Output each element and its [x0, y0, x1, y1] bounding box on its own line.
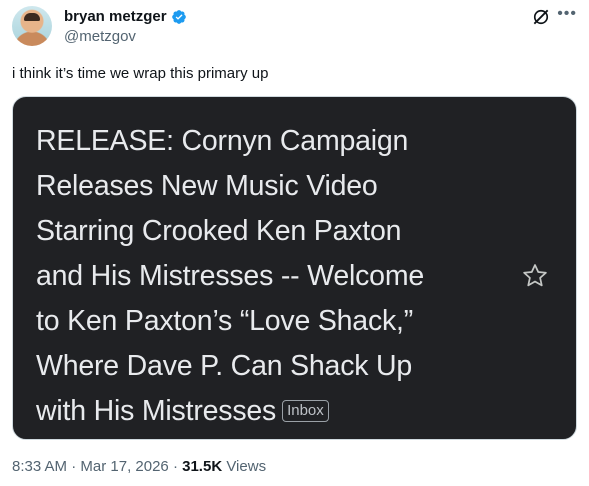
verified-badge-icon — [171, 9, 186, 24]
email-subject: RELEASE: Cornyn Campaign Releases New Mu… — [36, 119, 506, 434]
tweet-time[interactable]: 8:33 AM — [12, 458, 67, 475]
tweet-header: bryan metzger @metzgov ••• — [12, 6, 577, 50]
star-icon — [523, 264, 547, 287]
meta-separator: · — [172, 458, 178, 475]
tweet-actions-top: ••• — [531, 6, 577, 28]
views-label: Views — [226, 458, 267, 475]
subject-line: Where Dave P. Can Shack Up — [36, 350, 413, 382]
author-handle[interactable]: @metzgov — [64, 28, 136, 45]
tweet-date[interactable]: Mar 17, 2026 — [80, 458, 168, 475]
inbox-label-chip: Inbox — [282, 400, 329, 422]
more-icon[interactable]: ••• — [557, 6, 577, 28]
views-count[interactable]: 31.5K — [182, 458, 222, 475]
tweet-text: i think it’s time we wrap this primary u… — [12, 65, 269, 82]
subject-line-last: with His Mistresses Inbox — [36, 389, 506, 434]
tweet-meta: 8:33 AM · Mar 17, 2026 · 31.5K Views — [12, 458, 266, 475]
meta-separator: · — [71, 458, 77, 475]
subject-line: with His Mistresses — [36, 395, 277, 427]
subject-line: Starring Crooked Ken Paxton — [36, 215, 402, 247]
author-display-name[interactable]: bryan metzger — [64, 8, 167, 25]
author-name-row[interactable]: bryan metzger — [64, 8, 187, 25]
subject-line: to Ken Paxton’s “Love Shack,” — [36, 305, 414, 337]
subject-line: RELEASE: Cornyn Campaign — [36, 125, 409, 157]
grok-icon[interactable] — [531, 7, 551, 27]
subject-line: Releases New Music Video — [36, 170, 378, 202]
email-screenshot-card[interactable]: RELEASE: Cornyn Campaign Releases New Mu… — [12, 96, 577, 440]
avatar[interactable] — [12, 6, 52, 46]
subject-line: and His Mistresses -- Welcome — [36, 260, 425, 292]
